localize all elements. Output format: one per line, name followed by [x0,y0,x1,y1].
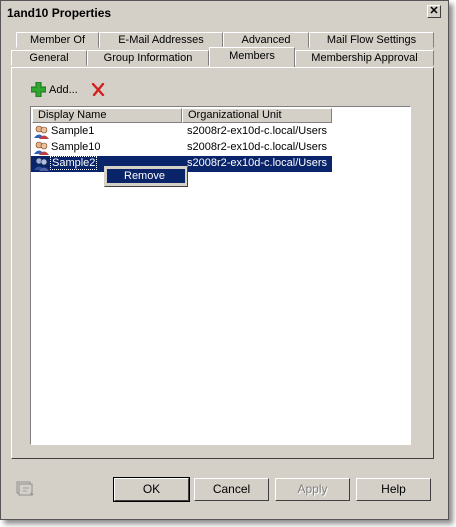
context-help-icon[interactable] [16,480,36,498]
member-ou: s2008r2-ex10d-c.local/Users [187,125,328,137]
add-button-label: Add... [49,83,78,96]
member-name: Sample1 [51,125,95,137]
member-name: Sample10 [51,141,101,153]
tab-membership-approval[interactable]: Membership Approval [295,50,434,66]
context-menu: Remove [104,166,188,187]
tab-email-addresses[interactable]: E-Mail Addresses [99,32,223,48]
member-ou: s2008r2-ex10d-c.local/Users [187,157,328,169]
member-row[interactable]: Sample1 s2008r2-ex10d-c.local/Users [31,124,332,140]
add-button[interactable]: Add... [31,82,78,97]
member-ou: s2008r2-ex10d-c.local/Users [187,141,328,153]
close-button[interactable]: ✕ [427,5,441,18]
red-x-icon [91,83,105,96]
column-header-display-name[interactable]: Display Name [32,108,182,123]
tab-general[interactable]: General [11,50,87,66]
window-title: 1and10 Properties [7,6,112,20]
members-list[interactable]: Display Name Organizational Unit Sample1… [30,106,411,445]
ok-button[interactable]: OK [113,477,190,502]
title-bar[interactable]: 1and10 Properties ✕ [3,3,446,22]
help-button[interactable]: Help [356,478,431,501]
member-row[interactable]: Sample10 s2008r2-ex10d-c.local/Users [31,140,332,156]
plus-icon [31,82,46,97]
user-group-icon [34,141,49,155]
tab-members[interactable]: Members [209,47,295,67]
column-header-organizational-unit[interactable]: Organizational Unit [182,108,332,123]
remove-toolbar-button[interactable] [91,83,105,96]
tab-mail-flow-settings[interactable]: Mail Flow Settings [309,32,434,48]
apply-button[interactable]: Apply [275,478,350,501]
user-group-icon [34,157,49,171]
member-name: Sample2 [49,156,98,170]
cancel-button[interactable]: Cancel [194,478,269,501]
user-group-icon [34,125,49,139]
context-menu-remove[interactable]: Remove [107,169,185,183]
tab-group-information[interactable]: Group Information [87,50,209,66]
tab-advanced[interactable]: Advanced [223,32,309,48]
tab-member-of[interactable]: Member Of [16,32,99,48]
